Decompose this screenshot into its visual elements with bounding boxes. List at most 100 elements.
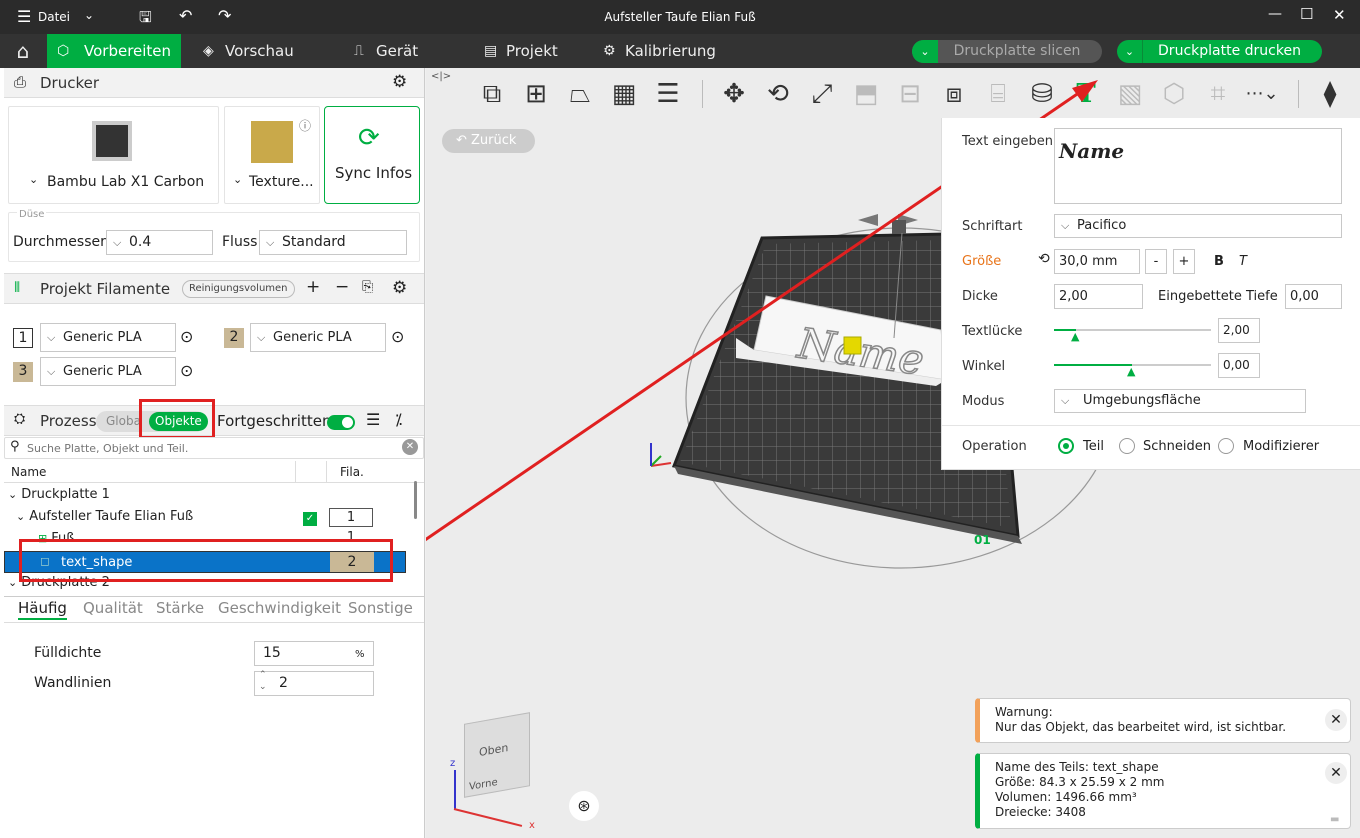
size-decrease-button[interactable]: -: [1145, 249, 1167, 274]
tab-calibration[interactable]: ⚙ Kalibrierung: [595, 34, 735, 68]
search-input[interactable]: [27, 440, 397, 456]
size-increase-button[interactable]: +: [1173, 249, 1195, 274]
thickness-label: Dicke: [962, 289, 998, 304]
more-icon[interactable]: ⊙: [180, 327, 193, 346]
list-icon[interactable]: ☰: [366, 410, 380, 429]
printer-icon: ⎙: [14, 73, 27, 91]
gap-input[interactable]: 2,00: [1218, 318, 1260, 343]
more-icon[interactable]: ⊙: [180, 361, 193, 380]
chevron-down-icon[interactable]: ⌄: [912, 40, 938, 63]
slice-button[interactable]: ⌄ Druckplatte slicen: [912, 40, 1102, 63]
search-icon: ⚲: [10, 439, 20, 454]
walls-input[interactable]: ⌃ ⌄ 2: [254, 669, 374, 696]
font-value: Pacifico: [1077, 218, 1127, 233]
diameter-select[interactable]: 0.4: [106, 230, 213, 255]
embed-input[interactable]: 0,00: [1285, 284, 1342, 309]
printer-header: Drucker: [40, 74, 100, 92]
chevron-down-icon[interactable]: ⌄: [12, 510, 29, 523]
sync-filament-icon[interactable]: ⎘: [362, 279, 373, 295]
warning-title: Warnung:: [995, 705, 1053, 719]
filament-name-1: Generic PLA: [63, 330, 142, 345]
angle-input[interactable]: 0,00: [1218, 353, 1260, 378]
italic-button[interactable]: T: [1239, 254, 1247, 269]
mode-select[interactable]: Umgebungsfläche: [1054, 389, 1306, 413]
filament-number-3[interactable]: 3: [13, 362, 33, 382]
infill-input[interactable]: 15%: [254, 641, 374, 666]
tab-prepare[interactable]: ⬡ Vorbereiten: [47, 34, 181, 68]
remove-icon[interactable]: −: [335, 277, 349, 297]
chevron-down-icon[interactable]: ⌄: [1117, 40, 1143, 63]
flow-label: Fluss: [222, 234, 258, 250]
infill-value: 15: [263, 645, 281, 661]
col-divider: [295, 461, 296, 483]
gap-slider-handle[interactable]: ▲: [1071, 330, 1079, 343]
close-icon[interactable]: ✕: [1325, 709, 1347, 731]
more-icon[interactable]: ⊙: [391, 327, 404, 346]
gear-icon[interactable]: ⚙: [392, 278, 407, 298]
chevron-down-icon[interactable]: ⌄: [4, 488, 21, 501]
thickness-input[interactable]: 2,00: [1054, 284, 1143, 309]
radio-cut[interactable]: [1119, 438, 1135, 454]
device-icon: ⎍: [354, 43, 364, 59]
size-input[interactable]: 30,0 mm: [1054, 249, 1140, 274]
tab-speed[interactable]: Geschwindigkeit: [218, 599, 341, 617]
reset-icon[interactable]: ⟲: [1038, 251, 1050, 267]
flow-select[interactable]: Standard: [259, 230, 407, 255]
text-input[interactable]: Name: [1054, 128, 1342, 204]
tree-scrollbar[interactable]: [414, 481, 417, 519]
tab-other[interactable]: Sonstige: [348, 599, 413, 617]
filament-number-1[interactable]: 1: [13, 328, 33, 348]
filament-select-3[interactable]: Generic PLA: [40, 357, 176, 386]
filament-select-1[interactable]: Generic PLA: [40, 323, 176, 352]
minimize-icon[interactable]: —: [1268, 6, 1282, 22]
collapse-icon[interactable]: ▬: [1330, 812, 1339, 827]
visible-checkbox[interactable]: ✓: [303, 512, 317, 526]
angle-slider-handle[interactable]: ▲: [1127, 365, 1135, 378]
close-icon[interactable]: ✕: [1333, 6, 1346, 24]
plate-card[interactable]: ⓘ ⌄ Texture...: [224, 106, 320, 204]
filament-select-2[interactable]: Generic PLA: [250, 323, 386, 352]
stepper-icon[interactable]: ⌃ ⌄: [259, 669, 267, 693]
clear-icon[interactable]: ✕: [402, 439, 418, 455]
gap-value: 2,00: [1223, 323, 1250, 337]
tab-device[interactable]: ⎍ Gerät: [346, 34, 446, 68]
filament-number-2[interactable]: 2: [224, 328, 244, 348]
sync-label: Sync Infos: [335, 164, 413, 182]
object-filament[interactable]: 1: [329, 508, 373, 527]
tab-quality[interactable]: Qualität: [83, 599, 143, 617]
info-icon[interactable]: ⓘ: [299, 117, 311, 134]
printer-card[interactable]: ⌄ Bambu Lab X1 Carbon: [8, 106, 219, 204]
font-select[interactable]: Pacifico: [1054, 214, 1342, 238]
print-button[interactable]: ⌄ Druckplatte drucken: [1117, 40, 1322, 63]
tree-row-object[interactable]: ⌄ Aufsteller Taufe Elian Fuß: [12, 509, 193, 524]
compare-icon[interactable]: ⁒: [395, 410, 402, 429]
title-bar: ☰ Datei ⌄ 🖫 ↶ ↷ Aufsteller Taufe Elian F…: [0, 0, 1360, 34]
highlight-text-shape: [19, 539, 393, 582]
radio-part[interactable]: [1058, 438, 1074, 454]
sync-info-button[interactable]: ⟳ Sync Infos: [324, 106, 420, 204]
tab-preview[interactable]: ◈ Vorschau: [195, 34, 315, 68]
gear-icon[interactable]: ⚙: [392, 72, 407, 92]
advanced-toggle[interactable]: [327, 415, 355, 430]
close-icon[interactable]: ✕: [1325, 762, 1347, 784]
process-header: Prozess: [40, 412, 97, 430]
tab-project[interactable]: ▤ Projekt: [476, 34, 586, 68]
col-fila: Fila.: [340, 465, 364, 479]
filament-icon: ⦀: [14, 280, 21, 296]
info-part-volume: Volumen: 1496.66 mm³: [995, 790, 1137, 804]
home-icon[interactable]: ⌂: [0, 34, 46, 68]
tree-header: Name Fila.: [4, 461, 424, 483]
purge-volume-button[interactable]: Reinigungsvolumen: [182, 280, 295, 298]
tab-common[interactable]: Häufig: [18, 599, 67, 620]
mode-label: Modus: [962, 394, 1005, 409]
global-tab[interactable]: Globa: [106, 414, 141, 428]
tree-row-plate1[interactable]: ⌄ Druckplatte 1: [4, 487, 110, 502]
tab-strength[interactable]: Stärke: [156, 599, 204, 617]
radio-part-label: Teil: [1083, 439, 1104, 454]
infill-label: Fülldichte: [34, 645, 102, 661]
maximize-icon[interactable]: ☐: [1300, 5, 1313, 23]
bold-button[interactable]: B: [1214, 254, 1224, 269]
print-label: Druckplatte drucken: [1158, 43, 1301, 59]
radio-modifier[interactable]: [1218, 438, 1234, 454]
add-icon[interactable]: +: [306, 277, 320, 297]
